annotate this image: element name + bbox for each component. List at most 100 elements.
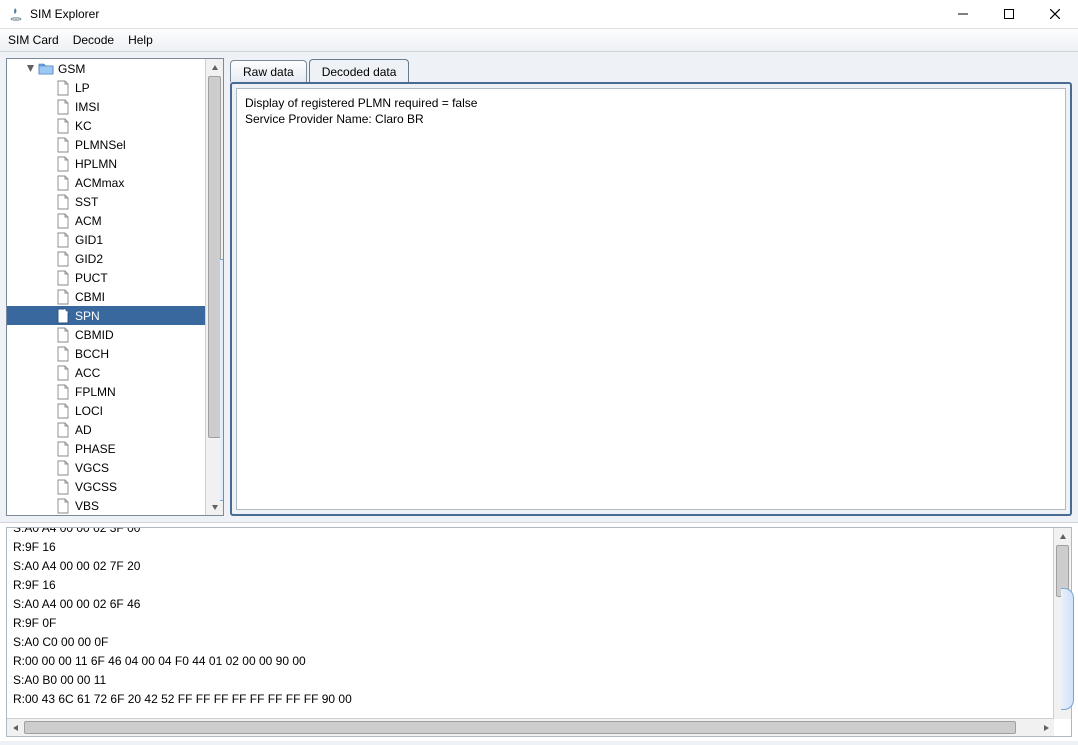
tree-panel: GSM LP IMSI KC PLMNSel HPLMN ACMmax SST ACM GID1 G…: [6, 58, 224, 516]
tree-root-label: GSM: [58, 62, 85, 76]
tree-item-hplmn[interactable]: HPLMN: [7, 154, 206, 173]
tree-item-ad[interactable]: AD: [7, 420, 206, 439]
file-icon: [55, 460, 71, 476]
file-icon: [55, 403, 71, 419]
tree-item-acc[interactable]: ACC: [7, 363, 206, 382]
scroll-up-icon[interactable]: [1054, 528, 1071, 545]
scrollbar-thumb[interactable]: [24, 721, 1016, 734]
tree-item-label: VGCSS: [75, 480, 117, 494]
tree-item-gid1[interactable]: GID1: [7, 230, 206, 249]
tab-raw-data[interactable]: Raw data: [230, 60, 307, 82]
file-icon: [55, 346, 71, 362]
log-line: R:9F 0F: [13, 614, 1048, 633]
tree-item-phase[interactable]: PHASE: [7, 439, 206, 458]
folder-icon: [38, 61, 54, 77]
tree-item-label: HPLMN: [75, 157, 117, 171]
decoded-content: Display of registered PLMN required = fa…: [236, 88, 1066, 510]
right-pane: Raw data Decoded data Display of registe…: [230, 58, 1072, 516]
file-icon: [55, 384, 71, 400]
tree-item-lp[interactable]: LP: [7, 78, 206, 97]
scroll-left-icon[interactable]: [7, 719, 24, 736]
log-line: S:A0 C0 00 00 0F: [13, 633, 1048, 652]
tree-item-label: AD: [75, 423, 92, 437]
minimize-button[interactable]: [940, 0, 986, 28]
file-icon: [55, 327, 71, 343]
tree-item-label: ACMmax: [75, 176, 124, 190]
tree-item-fplmn[interactable]: FPLMN: [7, 382, 206, 401]
tree-item-label: GID2: [75, 252, 103, 266]
tree-item-label: ACM: [75, 214, 102, 228]
file-icon: [55, 422, 71, 438]
tree-item-imsi[interactable]: IMSI: [7, 97, 206, 116]
tree-item-label: VGCS: [75, 461, 109, 475]
tree-item-label: FPLMN: [75, 385, 116, 399]
tree-item-cbmid[interactable]: CBMID: [7, 325, 206, 344]
file-icon: [55, 99, 71, 115]
tree-item-label: SPN: [75, 309, 100, 323]
file-icon: [55, 175, 71, 191]
log-line: R:00 00 00 11 6F 46 04 00 04 F0 44 01 02…: [13, 652, 1048, 671]
tree-item-label: PLMNSel: [75, 138, 126, 152]
log-line: R:9F 16: [13, 538, 1048, 557]
tree-root-gsm[interactable]: GSM: [7, 59, 206, 78]
file-icon: [55, 232, 71, 248]
tree-item-label: VBS: [75, 499, 99, 513]
file-icon: [55, 289, 71, 305]
file-icon: [55, 308, 71, 324]
tree-item-gid2[interactable]: GID2: [7, 249, 206, 268]
maximize-button[interactable]: [986, 0, 1032, 28]
file-icon: [55, 498, 71, 514]
scroll-right-icon[interactable]: [1037, 719, 1054, 736]
log-split-handle[interactable]: [1061, 588, 1074, 710]
log-horizontal-scrollbar[interactable]: [7, 718, 1054, 736]
tree-item-label: BCCH: [75, 347, 109, 361]
tree-item-vbs[interactable]: VBS: [7, 496, 206, 515]
tab-decoded-data[interactable]: Decoded data: [309, 59, 410, 82]
menu-decode[interactable]: Decode: [73, 33, 114, 47]
scroll-up-icon[interactable]: [206, 59, 223, 76]
log-line: S:A0 A4 00 00 02 3F 00: [13, 528, 1048, 538]
tree-item-acm[interactable]: ACM: [7, 211, 206, 230]
decoded-line: Display of registered PLMN required = fa…: [245, 95, 1057, 111]
tree-item-vgcss[interactable]: VGCSS: [7, 477, 206, 496]
file-icon: [55, 80, 71, 96]
tree-item-label: IMSI: [75, 100, 100, 114]
log-line: S:A0 A4 00 00 02 7F 20: [13, 557, 1048, 576]
log-body: S:A0 A4 00 00 02 3F 00R:9F 16S:A0 A4 00 …: [7, 528, 1054, 719]
decoded-line: Service Provider Name: Claro BR: [245, 111, 1057, 127]
window-title: SIM Explorer: [30, 7, 99, 21]
tree-item-acmmax[interactable]: ACMmax: [7, 173, 206, 192]
tree-item-label: SST: [75, 195, 98, 209]
file-icon: [55, 137, 71, 153]
file-icon: [55, 118, 71, 134]
log-line: R:00 43 6C 61 72 6F 20 42 52 FF FF FF FF…: [13, 690, 1048, 709]
tree-item-label: KC: [75, 119, 92, 133]
content-frame: Display of registered PLMN required = fa…: [230, 82, 1072, 516]
tree-item-vgcs[interactable]: VGCS: [7, 458, 206, 477]
tree-item-label: PUCT: [75, 271, 108, 285]
tree-item-kc[interactable]: KC: [7, 116, 206, 135]
tree-item-bcch[interactable]: BCCH: [7, 344, 206, 363]
close-button[interactable]: [1032, 0, 1078, 28]
file-icon: [55, 156, 71, 172]
tree-item-puct[interactable]: PUCT: [7, 268, 206, 287]
tree-item-label: CBMID: [75, 328, 114, 342]
tree-item-loci[interactable]: LOCI: [7, 401, 206, 420]
file-icon: [55, 194, 71, 210]
expander-icon[interactable]: [25, 63, 36, 74]
tree-item-label: LP: [75, 81, 90, 95]
tree-item-label: GID1: [75, 233, 103, 247]
tree-item-spn[interactable]: SPN: [7, 306, 206, 325]
split-handle[interactable]: [220, 259, 224, 501]
menu-help[interactable]: Help: [128, 33, 153, 47]
menu-sim-card[interactable]: SIM Card: [8, 33, 59, 47]
menu-bar: SIM Card Decode Help: [0, 29, 1078, 52]
tree-item-label: LOCI: [75, 404, 103, 418]
java-app-icon: [8, 6, 24, 22]
tree-item-label: ACC: [75, 366, 100, 380]
tree-item-cbmi[interactable]: CBMI: [7, 287, 206, 306]
tree-item-sst[interactable]: SST: [7, 192, 206, 211]
main-split: GSM LP IMSI KC PLMNSel HPLMN ACMmax SST ACM GID1 G…: [0, 52, 1078, 523]
tree-item-plmnsel[interactable]: PLMNSel: [7, 135, 206, 154]
file-icon: [55, 251, 71, 267]
